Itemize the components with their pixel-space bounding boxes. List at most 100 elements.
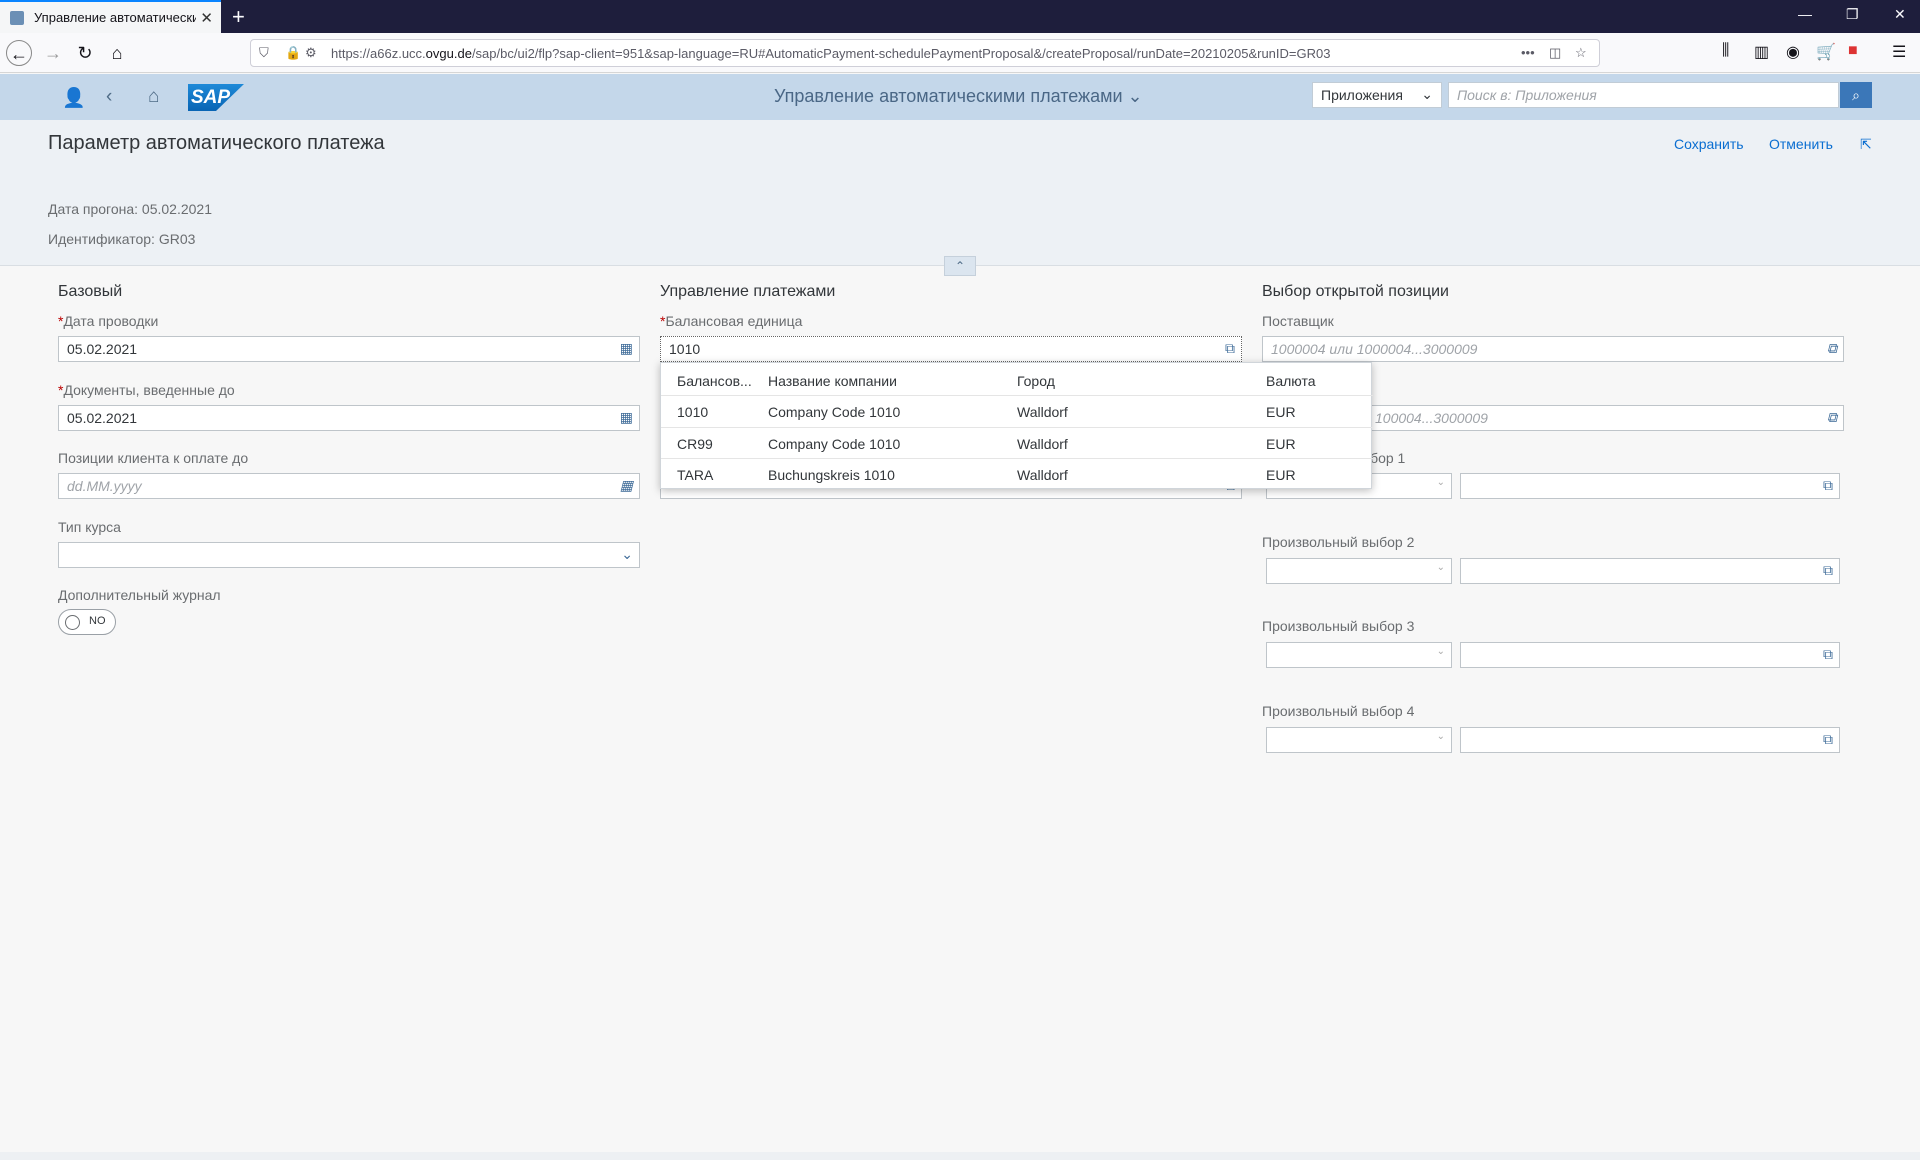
cell-code: 1010 — [677, 404, 709, 420]
suggestion-row[interactable]: TARA Buchungskreis 1010 Walldorf EUR — [661, 458, 1373, 489]
free-selection-4-field[interactable]: ⌄ — [1266, 727, 1452, 753]
back-icon[interactable]: ‹ — [106, 86, 112, 108]
chevron-down-icon: ⌄ — [1127, 86, 1143, 106]
cell-code: TARA — [677, 467, 714, 483]
minimize-icon[interactable]: — — [1798, 6, 1812, 22]
browser-tab-bar: Управление автоматическими ✕ + — ❐ ✕ — [0, 0, 1920, 33]
posting-date-label: *Дата проводки — [58, 313, 159, 329]
cell-city: Walldorf — [1017, 404, 1068, 420]
menu-icon[interactable]: ☰ — [1892, 42, 1906, 62]
shield-icon: ⛉ — [259, 45, 269, 60]
suggestion-row[interactable]: 1010 Company Code 1010 Walldorf EUR — [661, 395, 1373, 426]
pocket-icon[interactable]: ◫ — [1549, 45, 1561, 61]
browser-forward-icon[interactable]: → — [40, 40, 66, 66]
more-icon[interactable]: ••• — [1521, 45, 1535, 60]
restore-icon[interactable]: ❐ — [1846, 6, 1859, 23]
calendar-icon[interactable]: ▦ — [620, 477, 633, 494]
browser-home-icon[interactable]: ⌂ — [104, 40, 130, 66]
page-favicon-icon — [10, 10, 24, 25]
run-identifier: Идентификатор: GR03 — [48, 231, 196, 247]
calendar-icon[interactable]: ▦ — [620, 340, 633, 357]
save-button[interactable]: Сохранить — [1674, 136, 1744, 152]
value-help-icon[interactable]: ⧉ — [1827, 340, 1837, 357]
tab-close-icon[interactable]: ✕ — [200, 9, 213, 27]
vendor-label: Поставщик — [1262, 313, 1334, 329]
cancel-button[interactable]: Отменить — [1769, 136, 1833, 152]
column-header: Название компании — [768, 373, 897, 389]
docs-entered-field[interactable]: 05.02.2021 ▦ — [58, 405, 640, 431]
docs-entered-label: *Документы, введенные до — [58, 382, 235, 398]
value-help-icon[interactable]: ⧉ — [1225, 340, 1235, 357]
calendar-icon[interactable]: ▦ — [620, 409, 633, 426]
address-bar[interactable]: ⛉ 🔒 ⚙ https://a66z.ucc.ovgu.de/sap/bc/ui… — [250, 39, 1600, 67]
sidebar-icon[interactable]: ▥ — [1754, 42, 1769, 62]
cell-code: CR99 — [677, 436, 713, 452]
free-selection-3-value[interactable]: ⧉ — [1460, 642, 1840, 668]
posting-date-field[interactable]: 05.02.2021 ▦ — [58, 336, 640, 362]
switch-text: NO — [89, 615, 106, 627]
free-selection-4-label: Произвольный выбор 4 — [1262, 703, 1415, 719]
cell-currency: EUR — [1266, 467, 1296, 483]
home-icon[interactable]: ⌂ — [148, 86, 159, 108]
free-selection-2-label: Произвольный выбор 2 — [1262, 534, 1415, 550]
chevron-down-icon[interactable]: ⌄ — [1437, 562, 1445, 573]
export-icon[interactable]: ⇱ — [1860, 136, 1872, 153]
flag-icon[interactable]: ■ — [1848, 42, 1858, 60]
extra-log-label: Дополнительный журнал — [58, 587, 221, 603]
new-tab-icon[interactable]: + — [232, 4, 245, 30]
section-title-payment: Управление платежами — [660, 283, 836, 300]
company-code-input[interactable]: 1010 ⧉ — [660, 336, 1242, 362]
free-selection-1-value[interactable]: ⧉ — [1460, 473, 1840, 499]
cell-currency: EUR — [1266, 404, 1296, 420]
window-close-icon[interactable]: ✕ — [1894, 6, 1906, 23]
rate-type-label: Тип курса — [58, 519, 121, 535]
customer-items-field[interactable]: dd.MM.yyyy ▦ — [58, 473, 640, 499]
column-header: Город — [1017, 373, 1055, 389]
value-help-icon[interactable]: ⧉ — [1823, 477, 1833, 494]
free-selection-2-value[interactable]: ⧉ — [1460, 558, 1840, 584]
browser-back-icon[interactable]: ← — [6, 40, 32, 66]
search-scope-select[interactable]: Приложения ⌄ — [1312, 82, 1442, 108]
chevron-down-icon[interactable]: ⌄ — [1437, 646, 1445, 657]
library-icon[interactable]: ⫼ — [1722, 42, 1729, 60]
chevron-down-icon: ⌄ — [621, 546, 633, 562]
search-icon[interactable]: ⌕ — [1840, 82, 1872, 108]
user-icon[interactable]: 👤 — [62, 86, 86, 110]
browser-tab[interactable]: Управление автоматическими ✕ — [0, 0, 221, 33]
chevron-down-icon[interactable]: ⌄ — [1437, 477, 1445, 488]
free-selection-3-field[interactable]: ⌄ — [1266, 642, 1452, 668]
rate-type-select[interactable]: ⌄ — [58, 542, 640, 568]
cell-city: Walldorf — [1017, 467, 1068, 483]
cell-city: Walldorf — [1017, 436, 1068, 452]
value-help-icon[interactable]: ⧉ — [1823, 646, 1833, 663]
vendor-input[interactable]: 1000004 или 1000004...3000009 ⧉ — [1262, 336, 1844, 362]
page-title: Параметр автоматического платежа — [48, 132, 385, 154]
free-selection-4-value[interactable]: ⧉ — [1460, 727, 1840, 753]
suggestion-row[interactable]: CR99 Company Code 1010 Walldorf EUR — [661, 427, 1373, 458]
tab-title: Управление автоматическими — [34, 10, 196, 25]
bookmark-star-icon[interactable]: ☆ — [1575, 45, 1587, 61]
chevron-down-icon[interactable]: ⌄ — [1437, 731, 1445, 742]
sap-logo[interactable]: SAP — [188, 84, 244, 111]
extra-log-switch[interactable]: NO — [58, 609, 116, 635]
browser-nav-bar: ← → ↻ ⌂ ⛉ 🔒 ⚙ https://a66z.ucc.ovgu.de/s… — [0, 33, 1920, 73]
reload-icon[interactable]: ↻ — [72, 40, 98, 66]
app-title[interactable]: Управление автоматическими платежами ⌄ — [774, 86, 1143, 107]
free-selection-2-field[interactable]: ⌄ — [1266, 558, 1452, 584]
run-date: Дата прогона: 05.02.2021 — [48, 201, 212, 217]
account-icon[interactable]: ◉ — [1786, 42, 1800, 62]
value-help-icon[interactable]: ⧉ — [1827, 409, 1837, 426]
cell-currency: EUR — [1266, 436, 1296, 452]
page-footer — [0, 1152, 1920, 1160]
value-help-icon[interactable]: ⧉ — [1823, 562, 1833, 579]
column-header: Балансов... — [677, 373, 752, 389]
cart-icon[interactable]: 🛒 — [1816, 42, 1836, 62]
lock-icon: 🔒 — [285, 45, 302, 60]
customer-items-label: Позиции клиента к оплате до — [58, 450, 249, 466]
column-header: Валюта — [1266, 373, 1316, 389]
section-title-open-items: Выбор открытой позиции — [1262, 283, 1449, 300]
company-code-label: *Балансовая единица — [660, 313, 803, 329]
search-input[interactable]: Поиск в: Приложения — [1448, 82, 1839, 108]
collapse-header-button[interactable]: ⌃ — [944, 256, 976, 276]
value-help-icon[interactable]: ⧉ — [1823, 731, 1833, 748]
